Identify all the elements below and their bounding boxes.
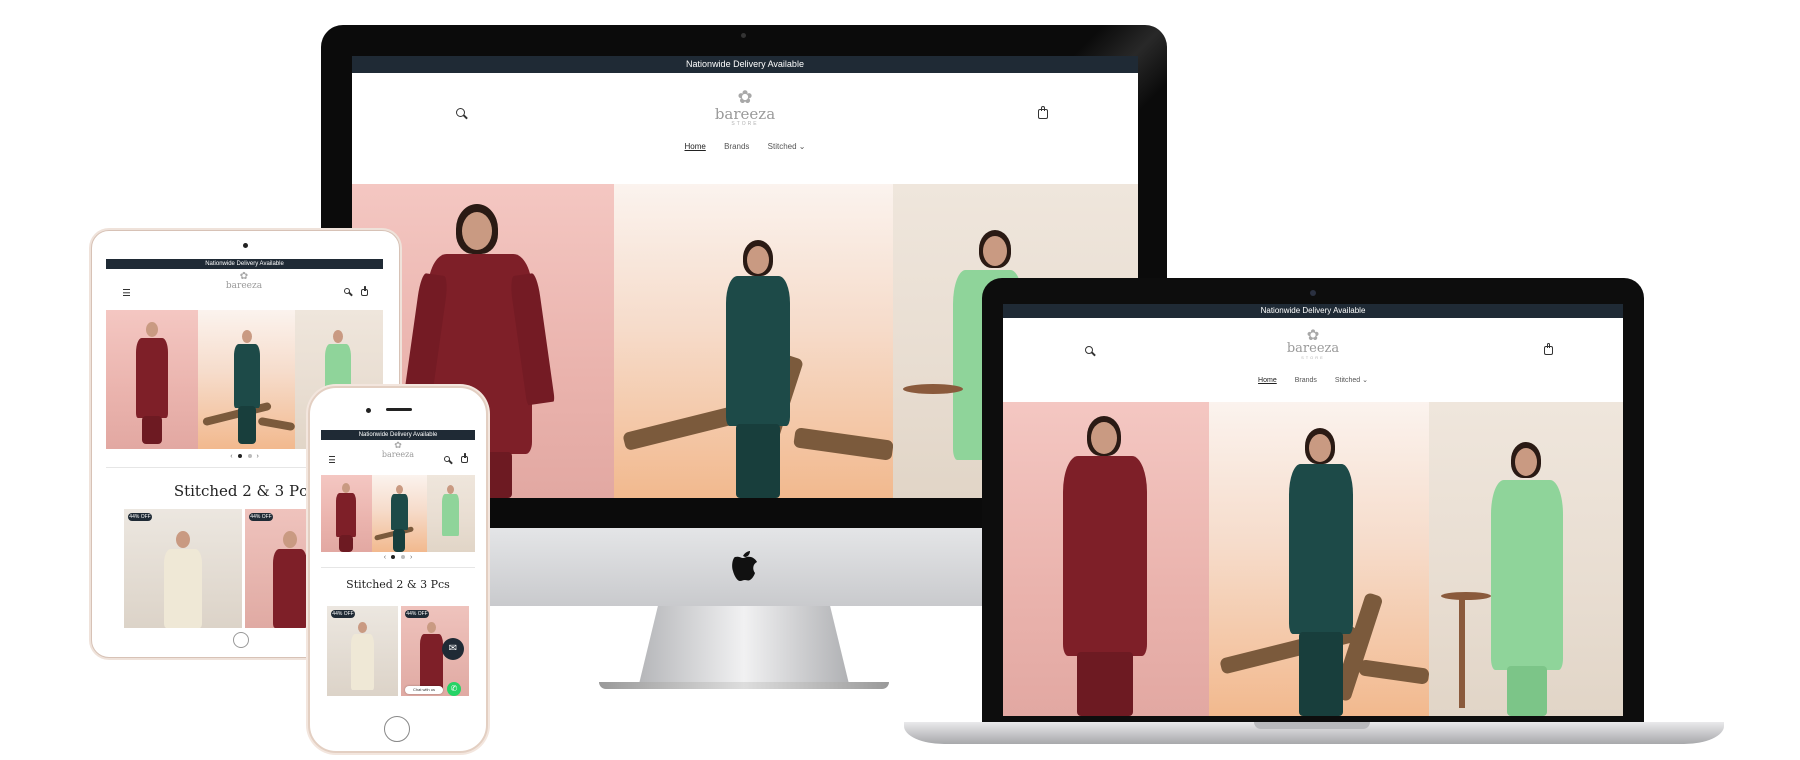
iphone-speaker [386, 408, 412, 411]
cart-icon[interactable] [1038, 106, 1048, 119]
iphone-screen: Nationwide Delivery Available ✿ bareeza [321, 430, 475, 706]
discount-badge: 44% OFF [128, 513, 152, 521]
imac-stand-base [599, 682, 889, 689]
slider-next-icon[interactable]: › [256, 453, 258, 460]
imac-stand [639, 606, 849, 684]
site-logo[interactable]: ✿ bareeza STORE [692, 89, 798, 128]
ipad-camera [243, 243, 248, 248]
cart-icon[interactable] [361, 286, 368, 296]
announcement-bar: Nationwide Delivery Available [1003, 304, 1623, 318]
divider [321, 567, 475, 568]
macbook-device: Nationwide Delivery Available ✿ bareeza … [904, 278, 1724, 748]
logo-subtext: STORE [731, 121, 759, 127]
macbook-camera [1310, 290, 1316, 296]
discount-badge: 44% OFF [405, 610, 429, 618]
slider-prev-icon[interactable]: ‹ [384, 554, 386, 561]
hero-slide-teal [1209, 402, 1429, 716]
search-icon[interactable] [444, 456, 450, 462]
logo-text: bareeza [1286, 341, 1340, 356]
iphone-camera [366, 408, 371, 413]
nav-brands[interactable]: Brands [724, 142, 749, 151]
product-card[interactable]: 44% OFF [124, 509, 242, 628]
announcement-text: Nationwide Delivery Available [358, 432, 438, 438]
logo-text: bareeza [225, 281, 263, 291]
menu-icon[interactable] [329, 456, 335, 463]
announcement-text: Nationwide Delivery Available [686, 59, 804, 69]
slider-next-icon[interactable]: › [410, 554, 412, 561]
site-logo[interactable]: ✿ bareeza STORE [1267, 328, 1359, 361]
hero-slide-teal [614, 184, 893, 498]
apple-logo-icon [726, 545, 760, 583]
announcement-bar: Nationwide Delivery Available [352, 56, 1138, 73]
nav-stitched[interactable]: Stitched ⌄ [1335, 377, 1368, 384]
iphone-device: Nationwide Delivery Available ✿ bareeza [308, 386, 488, 753]
chevron-down-icon: ⌄ [798, 142, 806, 151]
hero-banner[interactable] [321, 475, 475, 552]
hero-slide-maroon [1003, 402, 1209, 716]
announcement-text: Nationwide Delivery Available [1260, 306, 1366, 315]
logo-text: bareeza [381, 450, 415, 459]
hero-banner[interactable] [1003, 402, 1623, 716]
site-logo[interactable]: ✿ bareeza [373, 442, 423, 459]
nav-home[interactable]: Home [684, 142, 705, 151]
search-icon[interactable] [344, 288, 350, 294]
nav-home[interactable]: Home [1258, 377, 1277, 384]
hero-slide-green [1429, 402, 1623, 716]
discount-badge: 44% OFF [249, 513, 273, 521]
slider-prev-icon[interactable]: ‹ [230, 453, 232, 460]
logo-text: bareeza [714, 105, 776, 123]
hero-slide-teal [198, 310, 295, 449]
main-nav: Home Brands Stitched ⌄ [352, 142, 1138, 151]
macbook-screen: Nationwide Delivery Available ✿ bareeza … [1003, 304, 1623, 716]
ipad-home-button[interactable] [233, 632, 249, 648]
slider-dot[interactable] [247, 454, 252, 459]
slider-dot[interactable] [391, 555, 395, 560]
product-card[interactable]: 44% OFF [327, 606, 398, 696]
slider-controls: ‹ › [321, 554, 475, 561]
discount-badge: 44% OFF [331, 610, 355, 618]
search-icon[interactable] [1085, 346, 1093, 354]
iphone-home-button[interactable] [384, 716, 410, 742]
nav-brands[interactable]: Brands [1295, 377, 1317, 384]
cart-icon[interactable] [461, 453, 468, 463]
slider-dot[interactable] [237, 454, 242, 459]
hero-slide-maroon [321, 475, 372, 552]
search-icon[interactable] [456, 108, 465, 117]
hero-slide-green [427, 475, 475, 552]
announcement-bar: Nationwide Delivery Available [321, 430, 475, 440]
hero-slide-maroon [106, 310, 198, 449]
announcement-text: Nationwide Delivery Available [205, 261, 284, 267]
chat-label[interactable]: Chat with us [405, 686, 443, 694]
imac-camera [741, 33, 746, 38]
whatsapp-icon[interactable]: ✆ [447, 682, 461, 696]
nav-stitched[interactable]: Stitched ⌄ [768, 142, 806, 151]
chat-icon[interactable]: ✉ [442, 638, 464, 660]
hero-slide-teal [372, 475, 427, 552]
chevron-down-icon: ⌄ [1362, 377, 1368, 384]
cart-icon[interactable] [1544, 343, 1553, 355]
menu-icon[interactable] [123, 289, 130, 296]
announcement-bar: Nationwide Delivery Available [106, 259, 383, 269]
main-nav: Home Brands Stitched ⌄ [1003, 376, 1623, 384]
section-title: Stitched 2 & 3 Pcs [346, 578, 450, 591]
site-logo[interactable]: ✿ bareeza [218, 272, 270, 291]
slider-dot[interactable] [401, 555, 405, 560]
macbook-notch [1254, 722, 1370, 729]
logo-subtext: STORE [1301, 355, 1325, 360]
